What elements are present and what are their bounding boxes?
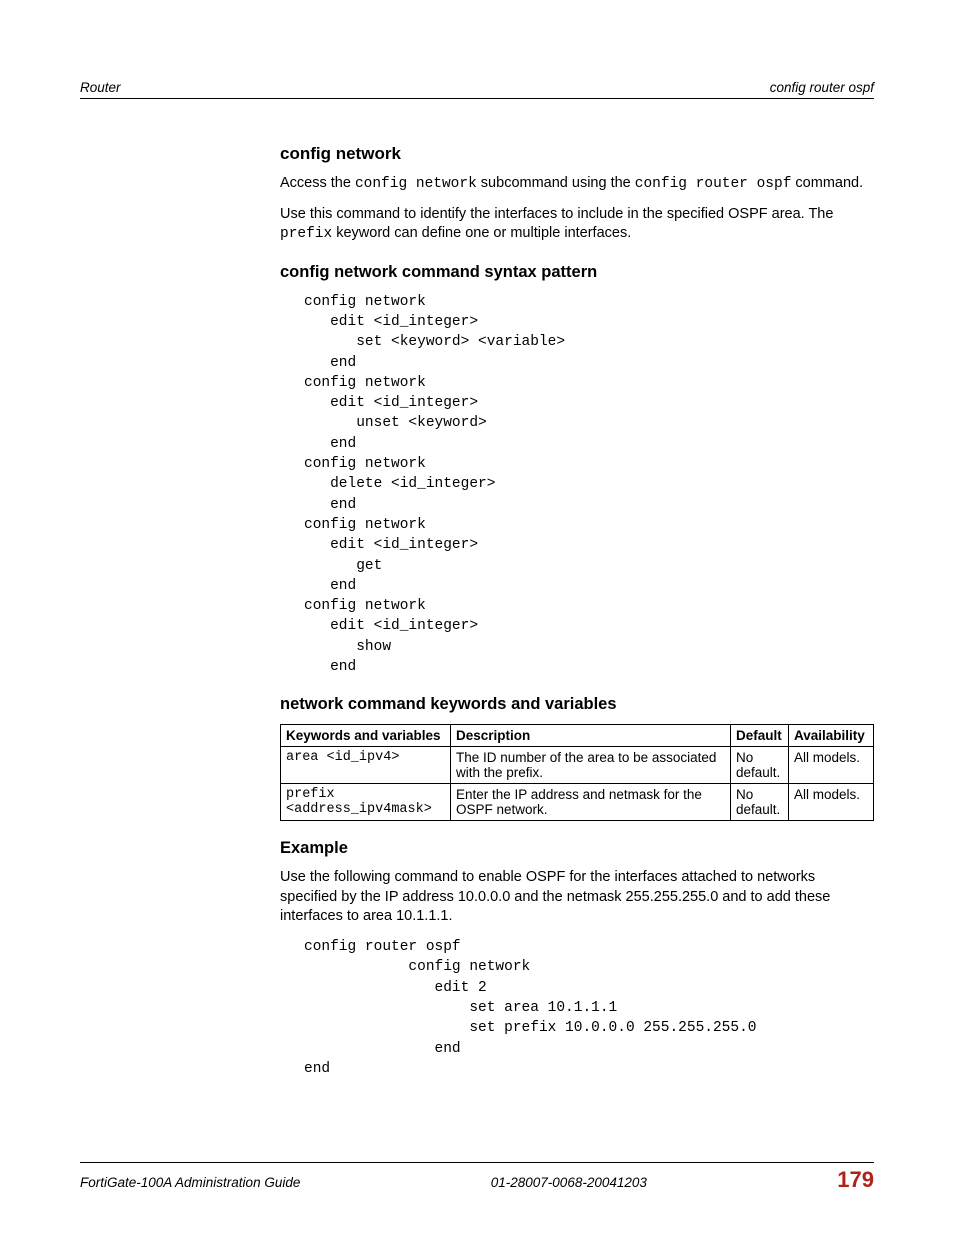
running-header: Router config router ospf xyxy=(80,80,874,99)
keywords-table: Keywords and variables Description Defau… xyxy=(280,724,874,821)
header-right: config router ospf xyxy=(770,80,874,95)
col-header-def: Default xyxy=(731,725,789,747)
main-content: config network Access the config network… xyxy=(280,144,874,1079)
cell-kw: area <id_ipv4> xyxy=(281,747,451,784)
running-footer: FortiGate-100A Administration Guide 01-2… xyxy=(80,1162,874,1193)
table-row: area <id_ipv4> The ID number of the area… xyxy=(281,747,874,784)
col-header-av: Availability xyxy=(789,725,874,747)
cell-av: All models. xyxy=(789,747,874,784)
code-syntax: config network edit <id_integer> set <ke… xyxy=(304,292,874,678)
col-header-desc: Description xyxy=(451,725,731,747)
section-title-config-network: config network xyxy=(280,144,874,164)
page-number: 179 xyxy=(837,1167,874,1193)
section-title-keywords: network command keywords and variables xyxy=(280,695,874,714)
header-left: Router xyxy=(80,80,121,95)
cell-desc: The ID number of the area to be associat… xyxy=(451,747,731,784)
footer-docnum: 01-28007-0068-20041203 xyxy=(491,1175,647,1190)
section-title-example: Example xyxy=(280,839,874,858)
section-title-syntax: config network command syntax pattern xyxy=(280,263,874,282)
para-access: Access the config network subcommand usi… xyxy=(280,174,874,195)
cell-kw: prefix <address_ipv4mask> xyxy=(281,784,451,821)
cell-def: No default. xyxy=(731,747,789,784)
cell-av: All models. xyxy=(789,784,874,821)
para-use-command: Use this command to identify the interfa… xyxy=(280,205,874,245)
table-row: prefix <address_ipv4mask> Enter the IP a… xyxy=(281,784,874,821)
col-header-kw: Keywords and variables xyxy=(281,725,451,747)
para-example: Use the following command to enable OSPF… xyxy=(280,868,874,927)
footer-guide: FortiGate-100A Administration Guide xyxy=(80,1175,300,1190)
cell-desc: Enter the IP address and netmask for the… xyxy=(451,784,731,821)
page-body: Router config router ospf config network… xyxy=(80,80,874,1175)
code-example: config router ospf config network edit 2… xyxy=(304,937,874,1079)
table-header-row: Keywords and variables Description Defau… xyxy=(281,725,874,747)
cell-def: No default. xyxy=(731,784,789,821)
